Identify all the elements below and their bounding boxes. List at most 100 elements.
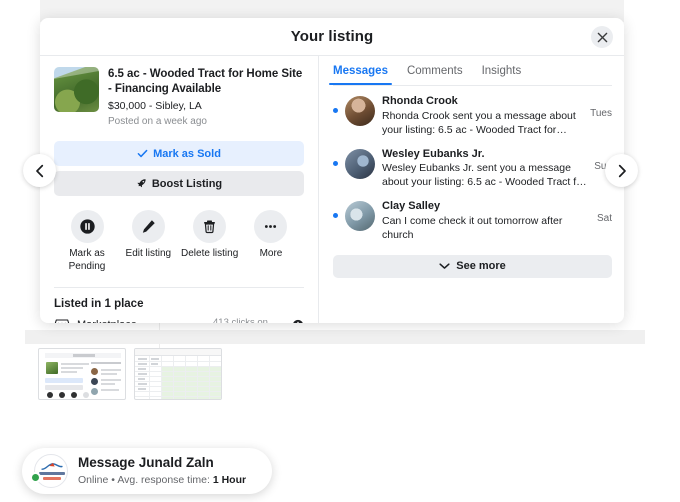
primary-action-buttons: Mark as Sold Boost Listing	[54, 141, 304, 197]
close-button[interactable]	[591, 26, 613, 48]
delete-listing-circle	[193, 210, 227, 244]
listing-summary: 6.5 ac - Wooded Tract for Home Site - Fi…	[54, 67, 304, 128]
thumb-avatar	[91, 378, 98, 385]
chat-pill-title: Message Junald Zaln	[78, 454, 214, 470]
more-actions-circle	[254, 210, 288, 244]
unread-dot	[333, 160, 338, 166]
listed-in-row: Marketplace 413 clicks on listing	[54, 317, 304, 323]
more-actions[interactable]: More	[242, 210, 300, 274]
check-icon	[137, 150, 148, 158]
trash-icon	[204, 220, 216, 234]
listing-info: 6.5 ac - Wooded Tract for Home Site - Fi…	[108, 67, 304, 128]
message-sender-name: Rhonda Crook	[382, 95, 458, 107]
mark-as-pending-label: Mark as Pending	[68, 248, 106, 272]
thumb-action	[83, 392, 89, 398]
tabs-divider	[333, 85, 612, 86]
chevron-left-icon	[35, 164, 43, 177]
response-time-value: 1 Hour	[212, 474, 247, 487]
ellipsis-icon	[265, 225, 277, 229]
avatar	[345, 201, 375, 232]
tab-insights[interactable]: Insights	[482, 65, 522, 85]
thumb-title-bar	[73, 354, 95, 357]
see-more-button[interactable]: See more	[333, 254, 612, 278]
message-preview: Can I come check it out tomorrow after c…	[382, 214, 563, 241]
status-separator: •	[111, 474, 115, 487]
list-item[interactable]: Rhonda Crook Rhonda Crook sent you a mes…	[333, 94, 612, 138]
carousel-next-button[interactable]	[605, 154, 638, 187]
edit-listing-action[interactable]: Edit listing	[119, 210, 177, 274]
boost-listing-button[interactable]: Boost Listing	[54, 171, 304, 197]
delete-listing-label: Delete listing	[181, 248, 239, 260]
thumb-line	[101, 383, 115, 385]
message-list: Rhonda Crook Rhonda Crook sent you a mes…	[333, 94, 612, 243]
thumb-line	[101, 389, 119, 391]
thumb-action	[59, 392, 65, 398]
listing-posted-date: Posted on a week ago	[108, 116, 207, 128]
listed-in-heading: Listed in 1 place	[54, 297, 144, 310]
online-indicator	[30, 472, 41, 483]
thumbnail-listing-modal[interactable]	[38, 348, 126, 400]
message-preview: Rhonda Crook sent you a message about yo…	[382, 109, 576, 136]
tab-messages[interactable]: Messages	[329, 65, 392, 85]
message-timestamp: Sat	[596, 213, 612, 225]
thumb-line	[101, 379, 121, 381]
thumb-button	[45, 378, 83, 383]
message-body: Wesley Eubanks Jr. Wesley Eubanks Jr. se…	[382, 147, 587, 191]
unread-dot	[333, 213, 338, 219]
sheet-toolbar	[135, 349, 221, 356]
pause-icon	[79, 219, 95, 234]
chevron-down-icon	[439, 263, 450, 270]
listed-in-place: Marketplace	[77, 317, 137, 323]
quick-actions: Mark as Pending Edit listing Delete list…	[54, 210, 304, 274]
modal-header: Your listing	[40, 18, 624, 56]
avatar	[345, 96, 375, 126]
listing-photo	[54, 67, 99, 112]
avatar	[34, 454, 68, 488]
close-icon	[597, 32, 607, 42]
logo-text-primary	[39, 472, 65, 475]
carousel-prev-button[interactable]	[23, 154, 56, 187]
message-seller-pill[interactable]: Message Junald Zaln Online • Avg. respon…	[22, 448, 272, 494]
unread-dot	[333, 108, 338, 113]
activity-tabs: Messages Comments Insights	[329, 65, 612, 85]
list-item[interactable]: Wesley Eubanks Jr. Wesley Eubanks Jr. se…	[333, 147, 612, 191]
thumb-action	[71, 392, 77, 398]
listing-panel: 6.5 ac - Wooded Tract for Home Site - Fi…	[40, 56, 319, 323]
thumb-line	[101, 369, 121, 371]
chevron-right-icon	[618, 164, 626, 177]
message-timestamp: Tues	[590, 108, 612, 119]
response-time-prefix: Avg. response time:	[117, 474, 210, 487]
online-status-label: Online	[78, 474, 109, 487]
chat-pill-text: Message Junald Zaln Online • Avg. respon…	[78, 455, 260, 488]
mark-as-pending-action[interactable]: Mark as Pending	[58, 210, 116, 274]
thumb-button	[45, 385, 83, 390]
tab-comments[interactable]: Comments	[407, 65, 463, 85]
edit-listing-label: Edit listing	[125, 248, 172, 260]
message-sender-name: Clay Salley	[382, 200, 441, 213]
thumbnail-strip	[38, 348, 222, 400]
thumb-line	[61, 371, 77, 373]
thumb-line	[61, 367, 83, 369]
mark-as-sold-label: Mark as Sold	[153, 147, 221, 160]
marketplace-icon	[54, 319, 70, 323]
boost-listing-label: Boost Listing	[151, 177, 223, 190]
page-title: Your listing	[290, 28, 374, 45]
thumb-avatar	[91, 368, 98, 375]
screen: Your listing 6.5 ac - Wooded Tract for H…	[0, 0, 680, 502]
listing-price-location: $30,000 - Sibley, LA	[108, 99, 202, 112]
info-icon	[293, 319, 303, 323]
thumbnail-spreadsheet[interactable]	[134, 348, 222, 400]
activity-panel: Messages Comments Insights Rhonda Crook …	[319, 56, 624, 323]
more-actions-label: More	[259, 248, 283, 260]
listing-clicks-count: 413 clicks on listing	[213, 316, 268, 323]
thumb-line	[101, 373, 117, 375]
delete-listing-action[interactable]: Delete listing	[181, 210, 239, 274]
clicks-info-button[interactable]	[292, 317, 304, 323]
thumb-line	[61, 363, 89, 365]
list-item[interactable]: Clay Salley Can I come check it out tomo…	[333, 199, 612, 243]
rocket-icon	[137, 179, 146, 188]
pencil-icon	[142, 220, 155, 233]
mark-as-sold-button[interactable]: Mark as Sold	[54, 141, 304, 167]
thumb-avatar	[91, 388, 98, 395]
message-body: Rhonda Crook Rhonda Crook sent you a mes…	[382, 94, 583, 138]
